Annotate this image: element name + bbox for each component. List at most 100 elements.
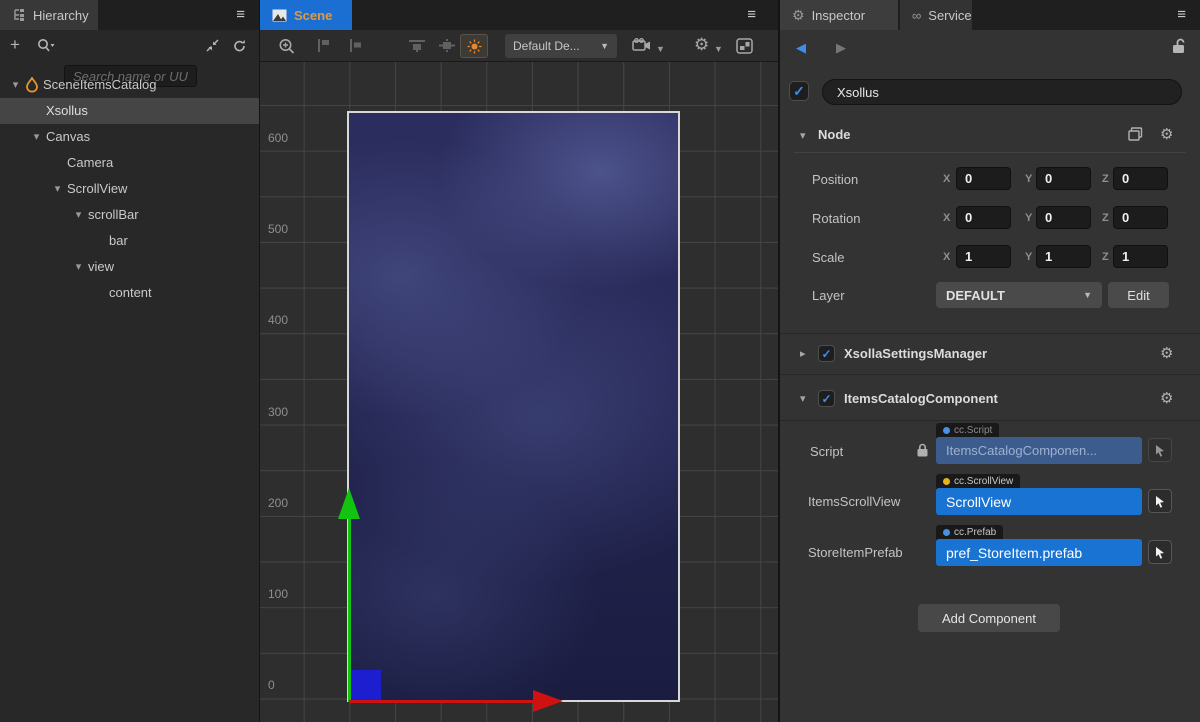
rotation-z-input[interactable]: 0 <box>1113 206 1168 229</box>
paste-component-icon[interactable] <box>1128 127 1143 141</box>
distribute-top-icon[interactable] <box>408 38 426 53</box>
expand-caret-icon[interactable]: ▾ <box>6 72 25 98</box>
position-x-input[interactable]: 0 <box>956 167 1011 190</box>
collapse-all-icon[interactable] <box>205 39 220 53</box>
refresh-icon[interactable] <box>232 39 247 53</box>
expand-caret-icon[interactable]: ▾ <box>48 176 67 202</box>
script-reference-field[interactable]: ItemsCatalogComponen... <box>936 437 1142 464</box>
expand-caret-icon[interactable]: ▾ <box>27 124 46 150</box>
scale-z-input[interactable]: 1 <box>1113 245 1168 268</box>
tree-item-sceneitemscatalog[interactable]: ▾ SceneItemsCatalog <box>0 72 259 98</box>
settings-component-checkbox[interactable]: ✓ <box>818 345 835 362</box>
itemsscrollview-label: ItemsScrollView <box>808 494 900 509</box>
node-section-caret-icon[interactable]: ▾ <box>800 129 806 142</box>
tree-item-content[interactable]: content <box>0 280 259 306</box>
scale-x-input[interactable]: 1 <box>956 245 1011 268</box>
section-divider <box>780 374 1200 375</box>
scene-camera-icon[interactable] <box>632 38 652 53</box>
zoom-icon[interactable] <box>278 38 296 55</box>
cocos-flame-icon <box>25 77 43 93</box>
layer-dropdown[interactable]: DEFAULT ▼ <box>936 282 1102 308</box>
tree-item-view[interactable]: ▾ view <box>0 254 259 280</box>
camera-preset-value: Default De... <box>513 39 580 53</box>
layout-icon[interactable] <box>736 38 753 54</box>
align-left-icon[interactable] <box>316 38 333 53</box>
scene-tab-label: Scene <box>294 8 332 23</box>
rotation-x-input[interactable]: 0 <box>956 206 1011 229</box>
add-component-button[interactable]: Add Component <box>918 604 1060 632</box>
distribute-middle-icon[interactable] <box>438 38 456 53</box>
origin-node-square[interactable] <box>351 670 381 700</box>
design-canvas-preview[interactable] <box>347 111 680 702</box>
expand-caret-icon[interactable]: ▾ <box>69 202 88 228</box>
y-axis-gizmo[interactable] <box>348 519 351 702</box>
tab-hierarchy[interactable]: Hierarchy <box>0 0 98 30</box>
scene-image-icon <box>272 9 287 22</box>
inspector-menu-icon[interactable]: ≡ <box>1177 0 1186 30</box>
catalog-component-caret-icon[interactable]: ▾ <box>800 392 806 405</box>
script-picker-button[interactable] <box>1148 438 1172 462</box>
check-icon: ✓ <box>821 347 831 361</box>
tab-scene[interactable]: Scene <box>260 0 352 30</box>
hierarchy-menu-icon[interactable]: ≡ <box>236 0 245 30</box>
camera-preset-dropdown[interactable]: Default De... ▼ <box>505 34 617 58</box>
type-dot-icon <box>943 427 950 434</box>
inspector-tab-label: Inspector <box>812 8 865 23</box>
prefab-type-tag: cc.Prefab <box>936 525 1003 540</box>
create-node-button[interactable]: + <box>10 35 20 55</box>
light-icon <box>467 39 482 54</box>
hierarchy-tree-icon <box>12 8 26 22</box>
unlock-icon[interactable] <box>1171 38 1186 54</box>
node-active-checkbox[interactable]: ✓ <box>789 81 809 101</box>
position-label: Position <box>812 172 858 187</box>
scrollview-type-tag: cc.ScrollView <box>936 474 1020 489</box>
type-dot-icon <box>943 529 950 536</box>
expand-caret-icon[interactable]: ▾ <box>69 254 88 280</box>
scale-label: Scale <box>812 250 845 265</box>
axis-z-label: Z <box>1102 173 1109 185</box>
catalog-component-checkbox[interactable]: ✓ <box>818 390 835 407</box>
hierarchy-toolbar: + <box>0 30 259 62</box>
tree-item-scrollbar[interactable]: ▾ scrollBar <box>0 202 259 228</box>
scene-menu-icon[interactable]: ≡ <box>747 0 756 30</box>
tree-item-label: Canvas <box>46 124 90 150</box>
position-z-input[interactable]: 0 <box>1113 167 1168 190</box>
scene-light-toggle[interactable] <box>460 34 488 58</box>
x-axis-gizmo[interactable] <box>349 700 534 703</box>
tree-item-canvas[interactable]: ▾ Canvas <box>0 124 259 150</box>
tab-inspector[interactable]: ⚙ Inspector <box>780 0 898 30</box>
storeitemprefab-picker-button[interactable] <box>1148 540 1172 564</box>
storeitemprefab-reference-field[interactable]: pref_StoreItem.prefab <box>936 539 1142 566</box>
rotation-y-input[interactable]: 0 <box>1036 206 1091 229</box>
node-settings-gear-icon[interactable]: ⚙ <box>1160 125 1173 143</box>
scale-y-input[interactable]: 1 <box>1036 245 1091 268</box>
search-filter-icon[interactable] <box>36 38 56 54</box>
tree-item-scrollview[interactable]: ▾ ScrollView <box>0 176 259 202</box>
settings-component-caret-icon[interactable]: ▸ <box>800 347 806 360</box>
history-back-button[interactable]: ◀ <box>796 40 806 56</box>
service-tab-label: Service <box>928 8 971 23</box>
layer-edit-button[interactable]: Edit <box>1108 282 1169 308</box>
node-name-field[interactable]: Xsollus <box>822 79 1182 105</box>
ruler-label: 0 <box>268 678 275 692</box>
tree-item-camera[interactable]: Camera <box>0 150 259 176</box>
picker-cursor-icon <box>1154 546 1166 559</box>
tree-item-xsollus[interactable]: Xsollus <box>0 98 259 124</box>
scene-viewport-grid[interactable]: 600 500 400 300 200 100 0 <box>260 62 778 722</box>
itemsscrollview-picker-button[interactable] <box>1148 489 1172 513</box>
catalog-component-gear-icon[interactable]: ⚙ <box>1160 389 1173 407</box>
catalog-component-title: ItemsCatalogComponent <box>844 391 998 406</box>
tab-service[interactable]: ∞ Service <box>900 0 972 30</box>
scene-gear-icon[interactable]: ⚙ <box>694 35 709 55</box>
settings-component-gear-icon[interactable]: ⚙ <box>1160 344 1173 362</box>
position-y-input[interactable]: 0 <box>1036 167 1091 190</box>
align-center-icon[interactable] <box>346 38 363 53</box>
hierarchy-tree: ▾ SceneItemsCatalog Xsollus ▾ Canvas Cam… <box>0 72 259 306</box>
scene-toolbar: Default De... ▼ ▼ ⚙ ▼ <box>260 30 778 62</box>
chevron-down-icon: ▼ <box>1083 290 1092 300</box>
history-forward-button[interactable]: ▶ <box>836 40 846 56</box>
tree-item-bar[interactable]: bar <box>0 228 259 254</box>
cocos-creator-editor: Hierarchy ≡ + ▾ SceneItemsCatalog <box>0 0 1200 722</box>
inspector-gear-icon: ⚙ <box>792 7 805 24</box>
itemsscrollview-reference-field[interactable]: ScrollView <box>936 488 1142 515</box>
